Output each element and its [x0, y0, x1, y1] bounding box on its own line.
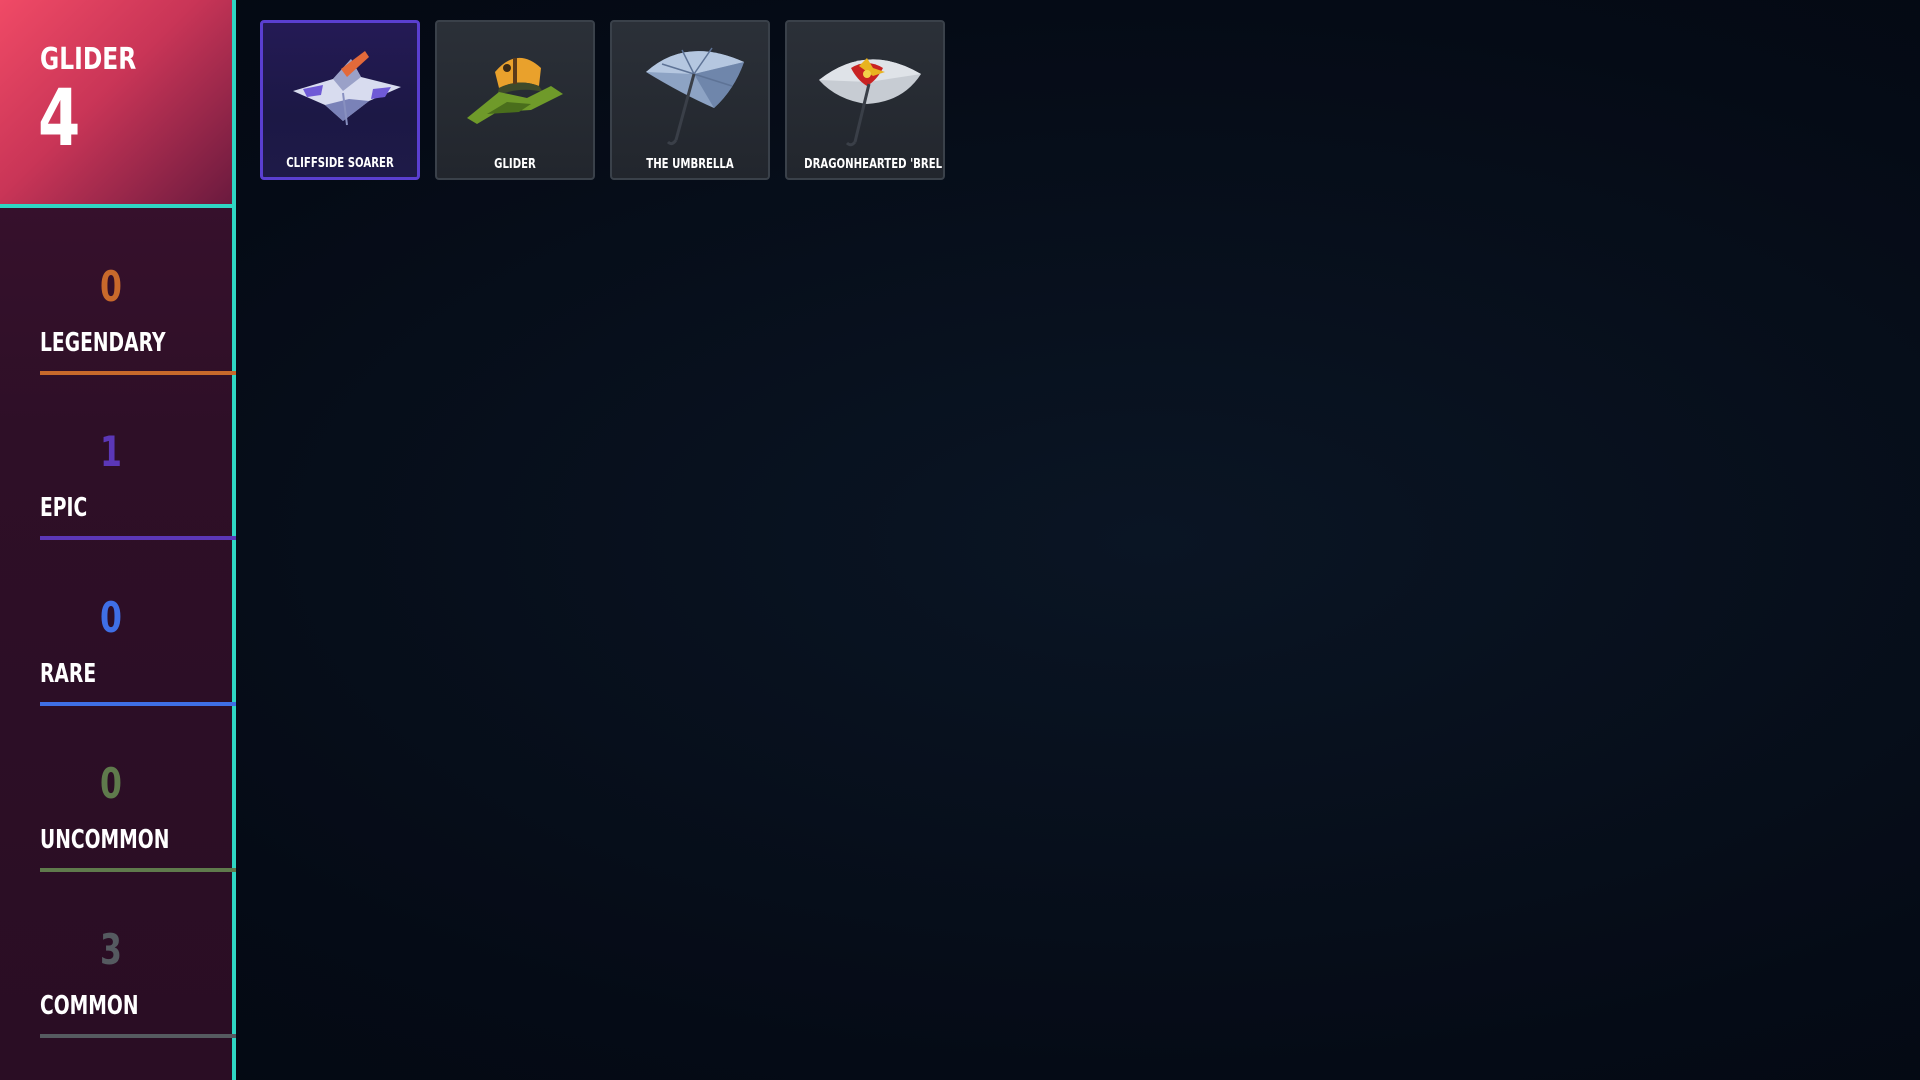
rarity-bar [40, 536, 236, 540]
rarity-bar [40, 1034, 236, 1038]
item-name: DRAGONHEARTED 'BRELLA [804, 157, 945, 172]
rarity-label: EPIC [40, 493, 88, 523]
item-name: CLIFFSIDE SOARER [286, 156, 394, 171]
category-title: GLIDER [40, 42, 137, 77]
rarity-label: RARE [40, 659, 97, 689]
rarity-label: COMMON [40, 991, 139, 1021]
rarity-count: 1 [100, 427, 122, 476]
rarity-label: LEGENDARY [40, 328, 166, 358]
dragonhearted-umbrella-icon [819, 58, 921, 147]
item-card-glider[interactable]: GLIDER [435, 20, 595, 180]
item-card-cliffside-soarer[interactable]: CLIFFSIDE SOARER [260, 20, 420, 180]
category-summary: GLIDER 4 [0, 0, 232, 208]
item-card-dragonhearted-brella[interactable]: DRAGONHEARTED 'BRELLA [785, 20, 945, 180]
item-name: GLIDER [494, 157, 536, 172]
rarity-epic[interactable]: 1 EPIC [40, 431, 236, 561]
item-grid: CLIFFSIDE SOARER GLIDER THE UMBRELLA DRA… [260, 20, 945, 180]
rarity-bar [40, 868, 236, 872]
rarity-rare[interactable]: 0 RARE [40, 597, 236, 727]
rarity-bar [40, 371, 236, 375]
item-name: THE UMBRELLA [646, 157, 734, 172]
rarity-count: 0 [100, 593, 122, 642]
glider-icon [467, 57, 563, 124]
item-card-the-umbrella[interactable]: THE UMBRELLA [610, 20, 770, 180]
rarity-legendary[interactable]: 0 LEGENDARY [40, 266, 236, 396]
category-count: 4 [38, 74, 81, 164]
cliffside-soarer-glider-icon [293, 51, 401, 126]
umbrella-icon [646, 47, 744, 146]
rarity-sidebar: GLIDER 4 0 LEGENDARY 1 EPIC 0 RARE 0 UNC… [0, 0, 236, 1080]
rarity-count: 0 [100, 759, 122, 808]
rarity-label: UNCOMMON [40, 825, 170, 855]
rarity-uncommon[interactable]: 0 UNCOMMON [40, 763, 236, 893]
rarity-count: 0 [100, 262, 122, 311]
rarity-count: 3 [100, 925, 122, 974]
locker-screen: GLIDER 4 0 LEGENDARY 1 EPIC 0 RARE 0 UNC… [0, 0, 1920, 1080]
rarity-common[interactable]: 3 COMMON [40, 929, 236, 1059]
rarity-bar [40, 702, 236, 706]
